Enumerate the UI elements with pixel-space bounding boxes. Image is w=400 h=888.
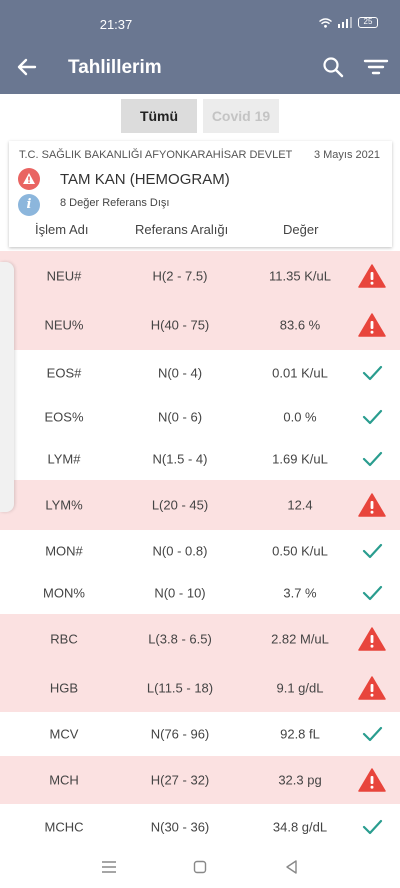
- home-icon[interactable]: [190, 858, 210, 876]
- menu-icon[interactable]: [99, 858, 119, 876]
- table-row[interactable]: NEU# H(2 - 7.5) 11.35 K/uL: [0, 251, 400, 300]
- check-icon: [362, 585, 383, 601]
- warning-icon: [358, 676, 386, 700]
- signal-icon: [338, 17, 352, 28]
- result-value: 32.3 pg: [278, 772, 322, 788]
- side-drawer-handle[interactable]: [0, 262, 14, 512]
- check-icon: [362, 543, 383, 559]
- warning-icon: [358, 313, 386, 337]
- test-code: MCH: [49, 772, 79, 788]
- test-code: EOS#: [46, 365, 82, 381]
- warning-icon: [358, 627, 386, 651]
- hospital-name: T.C. SAĞLIK BAKANLIĞI AFYONKARAHİSAR DEV…: [19, 149, 293, 161]
- test-code: NEU%: [44, 317, 84, 333]
- status-bar: 21:37 25: [0, 0, 400, 41]
- reference-range: H(40 - 75): [150, 317, 210, 333]
- info-icon: i: [18, 194, 40, 216]
- result-value: 0.01 K/uL: [272, 365, 328, 381]
- search-icon[interactable]: [320, 54, 346, 80]
- reference-range: H(27 - 32): [150, 772, 210, 788]
- filter-icon[interactable]: [362, 54, 390, 80]
- reference-range: N(0 - 6): [157, 409, 203, 425]
- table-row[interactable]: LYM% L(20 - 45) 12.4: [0, 480, 400, 530]
- result-value: 12.4: [287, 497, 313, 513]
- test-code: HGB: [49, 680, 79, 696]
- status-time: 21:37: [99, 17, 133, 32]
- reference-range: N(30 - 36): [150, 819, 210, 834]
- reference-range: L(20 - 45): [151, 497, 209, 513]
- table-row[interactable]: EOS# N(0 - 4) 0.01 K/uL: [0, 350, 400, 396]
- check-icon: [362, 726, 383, 742]
- column-header-name: İşlem Adı: [35, 222, 89, 237]
- result-date: 3 Mayıs 2021: [313, 149, 380, 161]
- test-code: EOS%: [44, 409, 84, 425]
- check-icon: [362, 365, 383, 381]
- results-list: NEU# H(2 - 7.5) 11.35 K/uL NEU% H(40 - 75) 83…: [0, 251, 400, 849]
- reference-range: N(0 - 10): [154, 585, 206, 601]
- table-row[interactable]: RBC L(3.8 - 6.5) 2.82 M/uL: [0, 614, 400, 664]
- page-title: Tahlillerim: [68, 57, 162, 78]
- column-header-reference: Referans Aralığı: [135, 222, 229, 237]
- wifi-icon: [319, 17, 332, 28]
- tab-all[interactable]: Tümü: [121, 99, 197, 133]
- warning-icon: [358, 768, 386, 792]
- reference-range: N(76 - 96): [150, 726, 210, 742]
- system-nav-bar: [0, 846, 400, 888]
- reference-range: L(11.5 - 18): [146, 680, 214, 696]
- table-row[interactable]: MON# N(0 - 0.8) 0.50 K/uL: [0, 530, 400, 572]
- warning-icon: [358, 493, 386, 517]
- test-code: MCV: [49, 726, 79, 742]
- table-row[interactable]: MCV N(76 - 96) 92.8 fL: [0, 712, 400, 756]
- result-value: 83.6 %: [279, 317, 321, 333]
- reference-range: N(0 - 0.8): [152, 543, 208, 559]
- column-header-value: Değer: [283, 222, 319, 237]
- test-code: LYM%: [45, 497, 83, 513]
- alert-icon: [18, 168, 40, 190]
- test-code: LYM#: [47, 451, 81, 467]
- result-value: 11.35 K/uL: [269, 268, 331, 283]
- result-value: 0.0 %: [283, 409, 317, 425]
- table-row[interactable]: MCH H(27 - 32) 32.3 pg: [0, 756, 400, 804]
- reference-range: H(2 - 7.5): [152, 268, 208, 283]
- result-value: 34.8 g/dL: [272, 819, 328, 834]
- warning-icon: [358, 263, 386, 288]
- result-value: 0.50 K/uL: [272, 543, 328, 559]
- result-card[interactable]: T.C. SAĞLIK BAKANLIĞI AFYONKARAHİSAR DEV…: [9, 141, 392, 247]
- test-code: MCHC: [44, 819, 84, 834]
- back-arrow-icon[interactable]: [14, 54, 40, 80]
- check-icon: [362, 819, 383, 834]
- out-of-range-count: 8 Değer Referans Dışı: [60, 197, 170, 209]
- reference-range: N(1.5 - 4): [152, 451, 208, 467]
- test-code: NEU#: [46, 268, 82, 283]
- status-icons: 25: [319, 17, 378, 28]
- reference-range: N(0 - 4): [157, 365, 203, 381]
- table-row[interactable]: NEU% H(40 - 75) 83.6 %: [0, 300, 400, 350]
- result-value: 3.7 %: [283, 585, 317, 601]
- reference-range: L(3.8 - 6.5): [148, 631, 212, 647]
- test-code: MON%: [43, 585, 85, 601]
- result-value: 92.8 fL: [280, 726, 320, 742]
- check-icon: [362, 409, 383, 425]
- result-value: 1.69 K/uL: [272, 451, 328, 467]
- table-row[interactable]: EOS% N(0 - 6) 0.0 %: [0, 396, 400, 438]
- back-icon[interactable]: [282, 858, 302, 876]
- table-row[interactable]: LYM# N(1.5 - 4) 1.69 K/uL: [0, 438, 400, 480]
- check-icon: [362, 451, 383, 467]
- battery-icon: 25: [358, 17, 378, 28]
- result-value: 9.1 g/dL: [276, 680, 324, 696]
- test-code: MON#: [45, 543, 83, 559]
- tab-covid-19[interactable]: Covid 19: [203, 99, 279, 133]
- table-row[interactable]: HGB L(11.5 - 18) 9.1 g/dL: [0, 664, 400, 712]
- app-bar: Tahlillerim: [0, 41, 400, 94]
- table-row[interactable]: MCHC N(30 - 36) 34.8 g/dL: [0, 804, 400, 849]
- result-value: 2.82 M/uL: [271, 631, 329, 647]
- test-name: TAM KAN (HEMOGRAM): [60, 171, 230, 188]
- test-code: RBC: [50, 631, 78, 647]
- table-row[interactable]: MON% N(0 - 10) 3.7 %: [0, 572, 400, 614]
